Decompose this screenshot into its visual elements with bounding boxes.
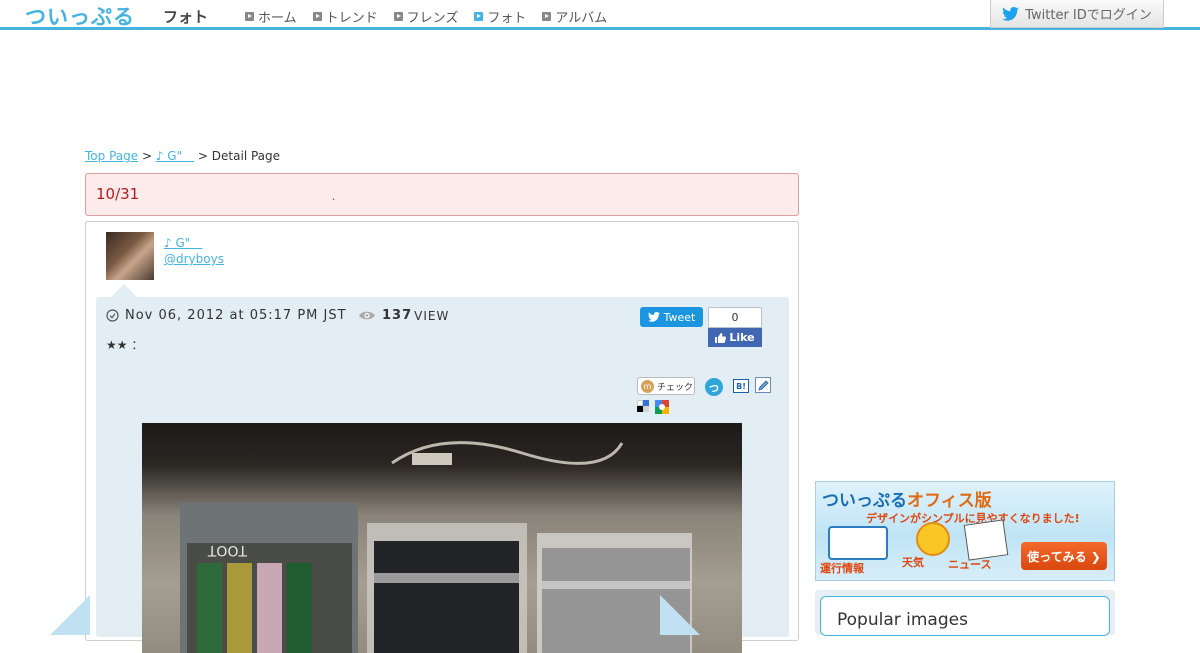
play-icon [312,12,322,21]
bubble-arrow [110,284,138,298]
post-date-text: Nov 06, 2012 at 05:17 PM JST [125,308,347,323]
top-header: ついっぷる フォト ホーム トレンド フレンズ フォト アルバム Twitter… [0,0,1200,30]
play-icon [245,12,254,21]
nav-label: トレンド [325,11,378,26]
banner-label-train: 運行情報 [820,562,864,575]
banner-label-news: ニュース [948,558,992,571]
main-nav: ホーム トレンド フレンズ フォト アルバム [245,7,623,26]
login-label: Twitter IDでログイン [1025,8,1152,23]
play-icon [393,12,403,21]
breadcrumb-sep: > [138,149,156,163]
nav-label: フレンズ [406,11,459,26]
mixi-label: チェック [657,382,694,393]
banner-logo-sub: オフィス版 [907,491,992,511]
nav-label: アルバム [555,11,608,26]
user-handle-link[interactable]: @dryboys [164,252,224,266]
nav-home[interactable]: ホーム [245,7,297,26]
breadcrumb: Top Page > ♪ G"＿ > Detail Page [85,147,280,164]
play-icon [542,12,552,21]
section-title: フォト [163,8,209,26]
tweet-label: Tweet [663,310,696,324]
photo-post: ♪ G"＿ @dryboys Nov 06, 2012 at 05:17 PM … [85,221,799,653]
nav-label: フォト [487,11,527,26]
svg-text:TOOT: TOOT [207,542,248,558]
newspaper-icon [963,519,1009,561]
memo-pencil-icon[interactable] [755,377,771,393]
banner-logo-main: ついっぷる [822,491,907,511]
office-edition-banner[interactable]: ついっぷるオフィス版 デザインがシンプルに見やすくなりました! 運行情報 天気 … [815,481,1115,581]
post-date: Nov 06, 2012 at 05:17 PM JST [106,308,347,323]
post-panel: Nov 06, 2012 at 05:17 PM JST 137 VIEW ★★… [96,297,789,653]
nav-photo[interactable]: フォト [474,7,526,26]
facebook-like-button[interactable]: Like [708,328,762,347]
nav-trend[interactable]: トレンド [312,7,378,26]
sun-icon [916,522,950,556]
tweet-button[interactable]: Tweet [640,307,703,327]
avatar[interactable] [106,232,154,280]
delicious-icon[interactable] [637,400,649,412]
breadcrumb-top[interactable]: Top Page [85,149,138,163]
decorative-triangle [50,595,90,635]
mixi-check-button[interactable]: m チェック [637,377,695,395]
popular-images-header: Popular images [820,596,1110,636]
train-icon [828,526,888,560]
banner-logo: ついっぷるオフィス版 [822,486,992,511]
photo-content: TOOT [180,441,692,653]
twitter-bird-icon [647,312,660,322]
google-bookmark-icon[interactable] [655,399,669,414]
breadcrumb-sep: > [194,149,212,163]
facebook-like-count: 0 [708,307,762,328]
photo-title-box: 10/31 . [85,173,799,216]
user-name-link[interactable]: ♪ G"＿ [164,234,202,251]
popular-images-box: Popular images [815,590,1115,636]
clock-check-icon [106,309,119,322]
title-mark: . [332,192,336,203]
view-count-unit: VIEW [414,308,450,323]
view-count: 137 VIEW [358,308,449,323]
post-body: ★★ ： [106,338,144,352]
banner-label-weather: 天気 [902,556,924,569]
nav-friends[interactable]: フレンズ [393,7,459,26]
main-photo[interactable]: TOOT [142,423,742,653]
hatena-bookmark-button[interactable]: B! [733,379,749,393]
play-icon [474,12,484,21]
mixi-icon: m [641,379,654,393]
photo-title: 10/31 [96,185,140,203]
twitter-bird-icon [1002,6,1020,21]
eye-icon [359,311,375,320]
twitter-login-button[interactable]: Twitter IDでログイン [990,0,1164,28]
breadcrumb-user[interactable]: ♪ G"＿ [156,149,194,163]
nav-album[interactable]: アルバム [542,7,607,26]
try-now-button[interactable]: 使ってみる ❯ [1021,542,1107,570]
view-count-number: 137 [382,308,413,323]
twipple-share-button[interactable]: つ [705,378,723,396]
like-label: Like [729,331,755,344]
nav-label: ホーム [258,11,297,26]
thumbs-up-icon [715,332,727,343]
site-logo[interactable]: ついっぷる [25,1,135,31]
decorative-triangle [660,595,700,635]
breadcrumb-current: Detail Page [211,149,281,163]
popular-images-title: Popular images [837,610,968,630]
